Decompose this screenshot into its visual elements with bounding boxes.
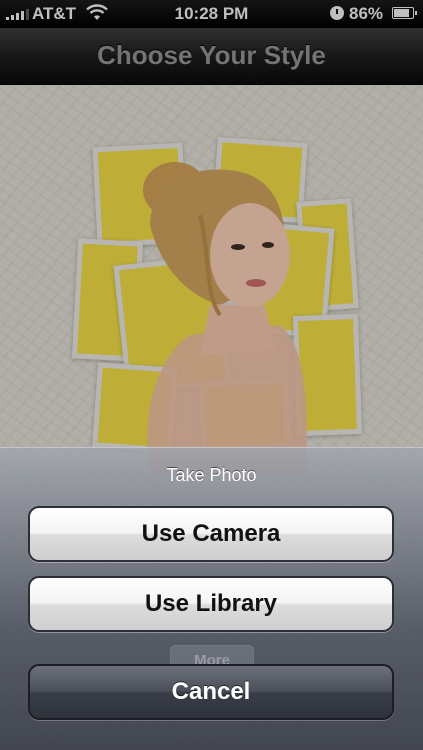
- use-camera-button[interactable]: Use Camera: [28, 506, 394, 562]
- app-screen: AT&T 10:28 PM 86% Choose Your Style Take…: [0, 0, 423, 750]
- use-library-button[interactable]: Use Library: [28, 576, 394, 632]
- cancel-button[interactable]: Cancel: [28, 664, 394, 720]
- action-sheet-title: Take Photo: [166, 465, 257, 485]
- action-sheet: Take Photo Use Camera Use Library More C…: [0, 447, 423, 750]
- use-camera-label: Use Camera: [141, 520, 281, 547]
- use-library-label: Use Library: [144, 590, 278, 617]
- cancel-label: Cancel: [171, 678, 251, 705]
